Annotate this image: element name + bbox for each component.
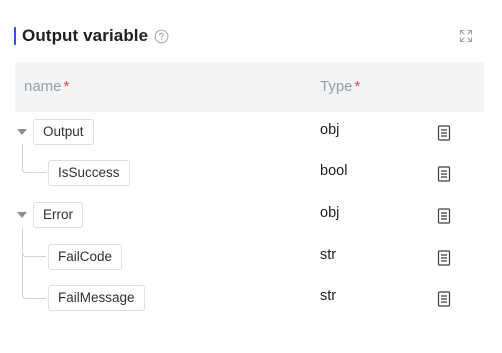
- title-accent-bar: [14, 27, 16, 45]
- collapse-caret-icon[interactable]: [17, 129, 27, 135]
- panel-title: Output variable: [22, 26, 149, 45]
- variable-type-value[interactable]: bool: [320, 163, 347, 179]
- variable-name-field[interactable]: IsSuccess: [48, 160, 130, 186]
- variable-name-field[interactable]: Error: [33, 202, 83, 228]
- required-mark: *: [354, 78, 361, 95]
- document-list-icon[interactable]: [437, 166, 451, 182]
- expand-arrows-icon[interactable]: [458, 28, 474, 44]
- variable-type-value[interactable]: str: [320, 288, 336, 304]
- column-header-type-label: Type: [320, 78, 353, 95]
- table-header: name * Type *: [15, 62, 484, 112]
- variable-type-value[interactable]: obj: [320, 205, 339, 221]
- table-row: FailCode str: [15, 242, 484, 272]
- variable-type-value[interactable]: str: [320, 247, 336, 263]
- table-row: Error obj: [15, 200, 484, 230]
- document-list-icon[interactable]: [437, 208, 451, 224]
- document-list-icon[interactable]: [437, 250, 451, 266]
- required-mark: *: [63, 78, 70, 95]
- variable-name-field[interactable]: FailCode: [48, 244, 123, 270]
- document-list-icon[interactable]: [437, 291, 451, 307]
- column-header-name: name *: [24, 78, 69, 95]
- table-row: FailMessage str: [15, 283, 484, 313]
- question-circle-icon[interactable]: [154, 29, 169, 44]
- table-row: IsSuccess bool: [15, 158, 484, 188]
- column-header-name-label: name: [24, 78, 62, 95]
- column-header-type: Type *: [320, 78, 360, 95]
- variable-name-field[interactable]: FailMessage: [48, 285, 145, 311]
- table-row: Output obj: [15, 117, 484, 147]
- document-list-icon[interactable]: [437, 125, 451, 141]
- panel-header: Output variable: [14, 26, 169, 46]
- variable-type-value[interactable]: obj: [320, 122, 339, 138]
- collapse-caret-icon[interactable]: [17, 212, 27, 218]
- variable-name-field[interactable]: Output: [33, 119, 94, 145]
